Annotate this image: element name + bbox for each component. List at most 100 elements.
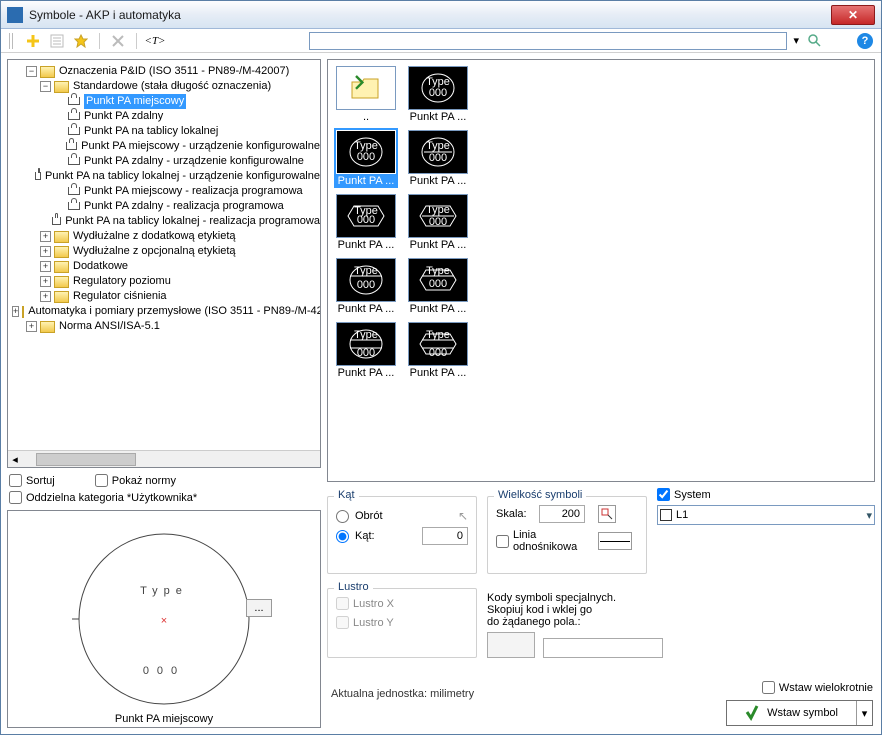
tree-node-label[interactable]: Wydłużalne z dodatkową etykietą	[73, 229, 236, 244]
thumbnail-grid: .. Type000Punkt PA ... Type000Punkt PA .…	[334, 66, 868, 380]
insert-dropdown-button[interactable]: ▾	[856, 701, 872, 725]
tree-expand-icon[interactable]: +	[40, 276, 51, 287]
insert-multiple-checkbox[interactable]: Wstaw wielokrotnie	[762, 681, 873, 694]
thumb-item[interactable]: Type000Punkt PA ...	[406, 194, 470, 252]
thumb-item[interactable]: Type000Punkt PA ...	[334, 322, 398, 380]
text-style-icon[interactable]: <T>	[145, 31, 165, 51]
thumb-item[interactable]: Type000Punkt PA ...	[406, 66, 470, 124]
thumb-item[interactable]: Type000Punkt PA ...	[334, 258, 398, 316]
tree-leaf-label[interactable]: Punkt PA zdalny	[84, 109, 163, 124]
layer-group: System L1 ▾	[657, 488, 875, 525]
svg-text:×: ×	[161, 615, 167, 627]
thumbnail-panel: .. Type000Punkt PA ... Type000Punkt PA .…	[327, 59, 875, 482]
mirror-x-checkbox[interactable]: Lustro X	[336, 597, 468, 610]
layer-select[interactable]: L1 ▾	[657, 505, 875, 525]
mirror-y-label: Lustro Y	[353, 617, 394, 629]
system-label: System	[674, 489, 711, 501]
favorite-icon[interactable]	[71, 31, 91, 51]
special-code-input[interactable]	[543, 638, 663, 658]
symbol-leaf-icon	[66, 142, 78, 150]
delete-icon[interactable]	[108, 31, 128, 51]
svg-text:000: 000	[357, 151, 375, 163]
system-checkbox[interactable]: System	[657, 488, 875, 501]
tree-leaf-label[interactable]: Punkt PA na tablicy lokalnej - realizacj…	[65, 214, 320, 229]
thumb-item[interactable]: Type000Punkt PA ...	[334, 194, 398, 252]
tree-node-label[interactable]: Regulatory poziomu	[73, 274, 171, 289]
tree-leaf-label[interactable]: Punkt PA zdalny - realizacja programowa	[84, 199, 284, 214]
angle-group: Kąt Obrót↖ Kąt:	[327, 496, 477, 574]
tree-node-label[interactable]: Regulator ciśnienia	[73, 289, 167, 304]
thumb-item[interactable]: Type000Punkt PA ...	[334, 130, 398, 188]
tree-expand-icon[interactable]: +	[12, 306, 19, 317]
scrollbar-thumb[interactable]	[36, 453, 136, 466]
tree-node-label[interactable]: Wydłużalne z opcjonalną etykietą	[73, 244, 236, 259]
symbol-tree[interactable]: −Oznaczenia P&ID (ISO 3511 - PN89-/M-420…	[8, 60, 320, 338]
symbol-preview: Type 000 × ... Punkt PA miejscowy	[7, 510, 321, 728]
rotation-label: Obrót	[355, 510, 383, 522]
tree-expand-icon[interactable]: +	[40, 246, 51, 257]
help-icon[interactable]: ?	[857, 33, 873, 49]
tree-node-label[interactable]: Standardowe (stała długość oznaczenia)	[73, 79, 271, 94]
mirror-y-checkbox[interactable]: Lustro Y	[336, 616, 468, 629]
search-dropdown-icon[interactable]: ▾	[793, 34, 799, 47]
tree-leaf-label[interactable]: Punkt PA miejscowy - realizacja programo…	[84, 184, 303, 199]
left-options: Sortuj Pokaż normy Oddzielna kategoria *…	[7, 468, 321, 510]
tree-node-label[interactable]: Norma ANSI/ISA-5.1	[59, 319, 160, 334]
tree-collapse-icon[interactable]: −	[40, 81, 51, 92]
thumb-label: ..	[334, 110, 398, 124]
show-norms-checkbox[interactable]: Pokaż normy	[95, 474, 176, 487]
special-codes: Kody symboli specjalnych. Skopiuj kod i …	[487, 592, 647, 658]
folder-icon	[40, 321, 55, 333]
tree-leaf-label[interactable]: Punkt PA zdalny - urządzenie konfigurowa…	[84, 154, 304, 169]
chevron-down-icon: ▾	[866, 509, 872, 522]
mirror-legend: Lustro	[334, 581, 373, 593]
scale-input[interactable]	[539, 505, 585, 523]
svg-text:000: 000	[429, 347, 447, 359]
user-category-checkbox[interactable]: Oddzielna kategoria *Użytkownika*	[9, 491, 319, 504]
tree-expand-icon[interactable]: +	[40, 291, 51, 302]
tree-leaf-label[interactable]: Punkt PA miejscowy - urządzenie konfigur…	[81, 139, 320, 154]
svg-text:000: 000	[357, 279, 375, 291]
search-input[interactable]	[309, 32, 787, 50]
refline-label-1: Linia	[513, 529, 536, 541]
svg-text:000: 000	[429, 87, 447, 99]
sort-label: Sortuj	[26, 475, 55, 487]
tree-expand-icon[interactable]: +	[40, 231, 51, 242]
search-icon[interactable]	[805, 31, 825, 51]
toolbar-grip	[9, 33, 15, 49]
svg-text:Type: Type	[140, 585, 188, 597]
tree-node-label[interactable]: Dodatkowe	[73, 259, 128, 274]
sort-checkbox[interactable]: Sortuj	[9, 474, 55, 487]
tree-node-label[interactable]: Oznaczenia P&ID (ISO 3511 - PN89-/M-4200…	[59, 64, 289, 79]
tree-horizontal-scrollbar[interactable]: ◂	[8, 450, 320, 467]
tree-leaf-label[interactable]: Punkt PA na tablicy lokalnej - urządzeni…	[45, 169, 320, 184]
insert-row: Wstaw wielokrotnie Wstaw symbol ▾	[657, 675, 875, 728]
thumb-up-folder[interactable]: ..	[334, 66, 398, 124]
tree-leaf-label[interactable]: Punkt PA miejscowy	[84, 94, 186, 109]
right-column: .. Type000Punkt PA ... Type000Punkt PA .…	[327, 59, 875, 728]
add-icon[interactable]	[23, 31, 43, 51]
angle-radio[interactable]: Kąt:	[336, 527, 468, 545]
thumb-item[interactable]: Type000Punkt PA ...	[406, 130, 470, 188]
angle-input[interactable]	[422, 527, 468, 545]
tree-leaf-label[interactable]: Punkt PA na tablicy lokalnej	[84, 124, 218, 139]
preview-browse-button[interactable]: ...	[246, 599, 272, 617]
insert-symbol-button[interactable]: Wstaw symbol ▾	[726, 700, 873, 726]
folder-icon	[54, 261, 69, 273]
tree-expand-icon[interactable]: +	[40, 261, 51, 272]
svg-text:000: 000	[357, 214, 375, 226]
line-style-button[interactable]	[598, 532, 632, 550]
refline-checkbox[interactable]: Liniaodnośnikowa	[496, 529, 592, 553]
thumb-item[interactable]: Type000Punkt PA ...	[406, 258, 470, 316]
symbol-leaf-icon	[68, 112, 80, 120]
close-button[interactable]: ✕	[831, 5, 875, 25]
layer-value: L1	[676, 509, 866, 521]
tree-collapse-icon[interactable]: −	[26, 66, 37, 77]
rotation-radio[interactable]: Obrót↖	[336, 509, 468, 523]
thumb-item[interactable]: Type000Punkt PA ...	[406, 322, 470, 380]
thumb-label: Punkt PA ...	[406, 366, 470, 380]
tree-expand-icon[interactable]: +	[26, 321, 37, 332]
scale-pick-button[interactable]	[598, 505, 616, 523]
properties-icon[interactable]	[47, 31, 67, 51]
tree-node-label[interactable]: Automatyka i pomiary przemysłowe (ISO 35…	[28, 304, 321, 319]
